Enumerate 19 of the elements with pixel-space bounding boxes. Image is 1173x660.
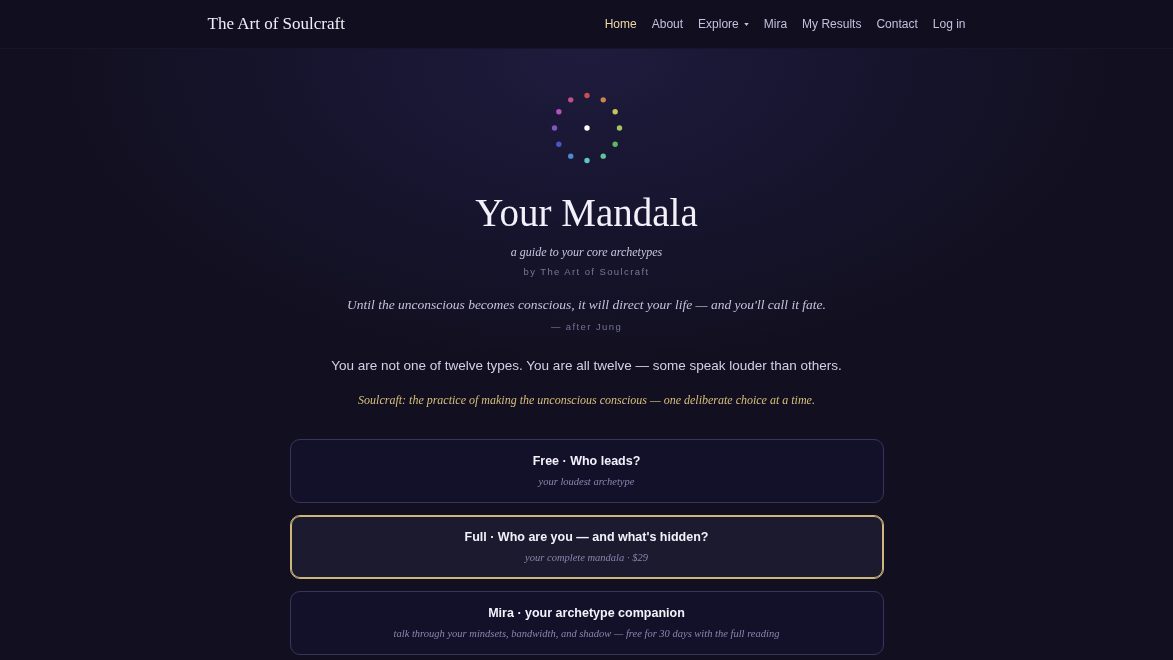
nav-link[interactable]: Home (604, 17, 637, 31)
site-logo-link[interactable]: The Art of Soulcraft (207, 14, 345, 34)
subtitle: a guide to your core archetypes (510, 244, 663, 261)
option-card[interactable]: Mira · your archetype companion talk through your mindsets, bandwidth, and shadow — free for 30 days with the full reading (289, 591, 884, 655)
byline: by The Art of Soulcraft (523, 265, 650, 279)
quote-attribution: — after Jung (550, 320, 623, 334)
nav-link[interactable]: My Results (802, 17, 862, 31)
mandala-dots-icon (550, 92, 623, 164)
nav-link[interactable]: About (651, 17, 684, 31)
nav-link[interactable]: Log in (932, 17, 966, 31)
definition-text: Soulcraft: the practice of making the unconscious conscious — one deliberate choice at a time. (358, 392, 815, 409)
page-title: Your Mandala (475, 190, 698, 236)
quote: Until the unconscious becomes conscious, it will direct your life — and you'll call it fate. (347, 296, 826, 314)
option-card[interactable]: Full · Who are you — and what's hidden? your complete mandala · $29 (289, 515, 884, 579)
nav-link[interactable]: Explore (698, 17, 749, 31)
nav-link[interactable]: Contact (876, 17, 918, 31)
nav-link[interactable]: Mira (763, 17, 788, 31)
option-card[interactable]: Free · Who leads? your loudest archetype (289, 439, 884, 503)
intro-text: You are not one of twelve types. You are all twelve — some speak louder than others. (331, 357, 842, 375)
